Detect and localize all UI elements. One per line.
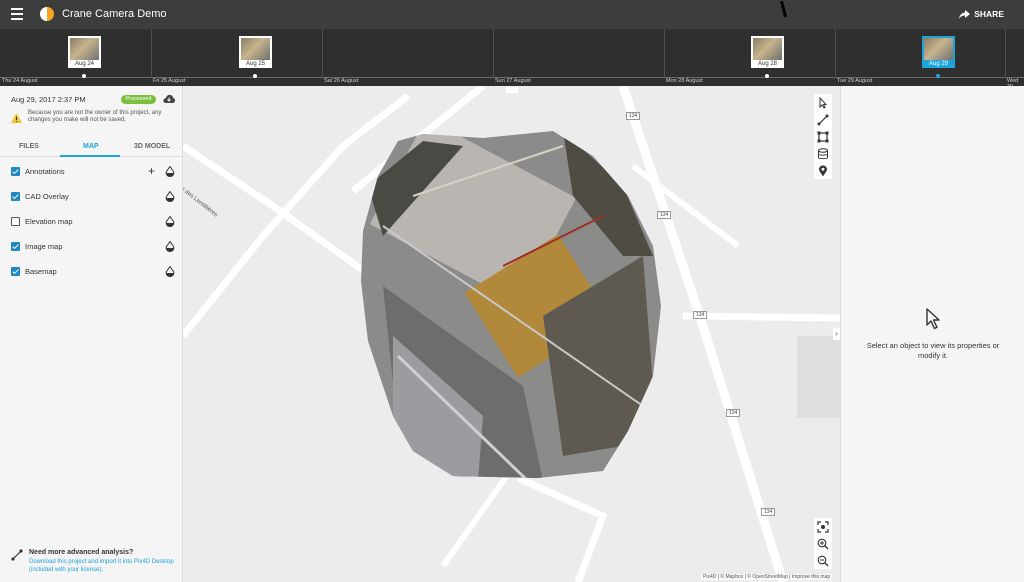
layer-basemap: Basemap [0, 265, 183, 279]
app-title: Crane Camera Demo [62, 8, 167, 20]
layer-label: CAD Overlay [25, 192, 69, 201]
layer-label: Elevation map [25, 217, 73, 226]
tab-files[interactable]: FILES [19, 143, 39, 150]
timeline-date: Mon 28 August [666, 78, 703, 84]
warning-icon [11, 113, 22, 123]
capture-marker [765, 74, 769, 78]
timeline-day-separator [835, 29, 836, 78]
zoom-fit-icon[interactable] [817, 521, 829, 533]
advanced-analysis-title: Need more advanced analysis? [29, 549, 134, 556]
volume-icon[interactable] [817, 148, 829, 160]
timeline-capture-aug-25[interactable]: Aug 25 [239, 36, 272, 68]
sidebar-tabs: FILES MAP 3D MODEL [0, 139, 183, 157]
capture-label: Aug 25 [245, 61, 266, 67]
share-button[interactable]: SHARE [959, 9, 1004, 19]
timeline-date: Sat 26 August [324, 78, 359, 84]
share-label: SHARE [974, 9, 1004, 19]
timeline-date: Tue 29 August [837, 78, 873, 84]
opacity-icon[interactable] [165, 216, 175, 227]
capture-thumbnail [924, 38, 953, 60]
measure-line-icon [11, 549, 23, 561]
cursor-arrow-icon [926, 308, 940, 330]
timeline-day-separator [493, 29, 494, 78]
timeline-capture-aug-24[interactable]: Aug 24 [68, 36, 101, 68]
road-number-label: 134 [761, 508, 776, 516]
basemap-checkbox[interactable] [11, 267, 20, 276]
active-tab-indicator [60, 155, 120, 157]
map-view[interactable]: n des Lentillières 134 134 134 134 134 ⌃… [183, 86, 840, 582]
capture-thumbnail [241, 38, 270, 60]
opacity-icon[interactable] [165, 191, 175, 202]
capture-marker [253, 74, 257, 78]
owner-warning: Because you are not the owner of this pr… [28, 110, 162, 123]
expand-timeline-button[interactable]: ⌃ [506, 86, 518, 93]
basemap-roads [183, 86, 840, 582]
zoom-in-icon[interactable] [817, 538, 829, 550]
opacity-icon[interactable] [165, 241, 175, 252]
timeline-day-separator [664, 29, 665, 78]
capture-date: Aug 29, 2017 2:37 PM [11, 95, 86, 104]
opacity-icon[interactable] [165, 166, 175, 177]
layer-label: Image map [25, 242, 63, 251]
zoom-out-icon[interactable] [817, 555, 829, 567]
capture-thumbnail [70, 38, 99, 60]
capture-thumbnail [753, 38, 782, 60]
timeline-capture-aug-28[interactable]: Aug 28 [751, 36, 784, 68]
layer-cad-overlay: CAD Overlay [0, 190, 183, 204]
timeline-capture-aug-29[interactable]: Aug 29 [922, 36, 955, 68]
select-object-hint: Select an object to view its properties … [866, 341, 1000, 360]
layer-label: Basemap [25, 267, 57, 276]
map-attribution[interactable]: Pix4D | © Mapbox | © OpenStreetMap | Imp… [701, 574, 833, 580]
top-bar: Crane Camera Demo SHARE [0, 0, 1024, 29]
status-badge: Processed [121, 95, 156, 104]
zoom-toolbar [814, 518, 832, 569]
road-number-label: 134 [626, 112, 641, 120]
polygon-icon[interactable] [817, 131, 829, 143]
timeline-date: Sun 27 August [495, 78, 531, 84]
capture-marker [82, 74, 86, 78]
capture-marker-active [936, 74, 940, 78]
opacity-icon[interactable] [165, 266, 175, 277]
timeline-day-separator [151, 29, 152, 78]
left-sidebar: Aug 29, 2017 2:37 PM Processed Because y… [0, 86, 183, 582]
road-number-label: 134 [726, 409, 741, 417]
polyline-icon[interactable] [817, 114, 829, 126]
share-icon [959, 9, 971, 19]
properties-panel: Select an object to view its properties … [840, 86, 1024, 582]
select-pointer-icon[interactable] [817, 97, 829, 109]
elevation-map-checkbox[interactable] [11, 217, 20, 226]
road-number-label: 134 [693, 311, 708, 319]
location-pin-icon[interactable] [817, 165, 829, 177]
layer-image-map: Image map [0, 240, 183, 254]
orthomosaic-image [361, 131, 661, 478]
road-number-label: 134 [657, 211, 672, 219]
map-toolbar [814, 94, 832, 179]
timeline[interactable]: Thu 24 August Fri 25 August Sat 26 Augus… [0, 29, 1024, 90]
annotations-checkbox[interactable] [11, 167, 20, 176]
add-annotation-icon[interactable]: + [148, 164, 155, 178]
layer-label: Annotations [25, 167, 65, 176]
capture-label: Aug 24 [74, 61, 95, 67]
capture-label: Aug 28 [757, 61, 778, 67]
tab-3d-model[interactable]: 3D MODEL [134, 143, 170, 150]
menu-icon[interactable] [11, 8, 25, 20]
timeline-date: Fri 25 August [153, 78, 186, 84]
capture-label: Aug 29 [928, 61, 949, 67]
cad-overlay-checkbox[interactable] [11, 192, 20, 201]
layer-elevation-map: Elevation map [0, 215, 183, 229]
timeline-date: Thu 24 August [2, 78, 38, 84]
collapse-right-panel-button[interactable]: › [833, 328, 840, 340]
layer-annotations: Annotations + [0, 164, 183, 179]
timeline-day-separator [1005, 29, 1006, 78]
timeline-day-separator [322, 29, 323, 78]
image-map-checkbox[interactable] [11, 242, 20, 251]
tab-map[interactable]: MAP [83, 143, 99, 150]
pix4d-logo [40, 7, 54, 21]
cloud-download-icon[interactable] [163, 94, 175, 104]
download-project-link[interactable]: Download this project and import it into… [29, 558, 179, 574]
